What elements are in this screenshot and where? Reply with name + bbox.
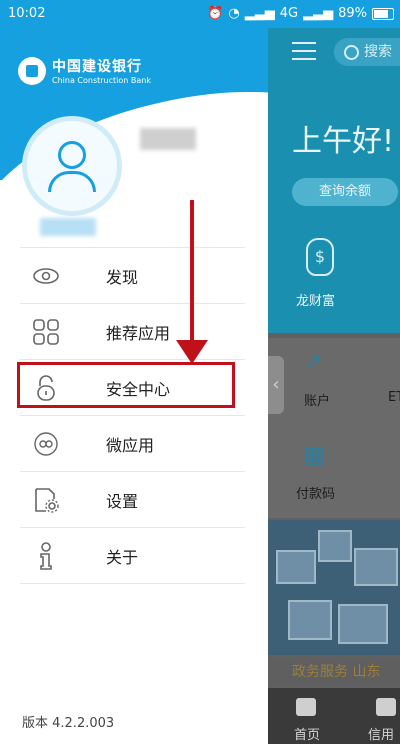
- annotation-highlight-box: [17, 362, 235, 408]
- menu-item-settings[interactable]: 设置: [20, 471, 245, 527]
- fortune-label[interactable]: 龙财富: [296, 290, 335, 309]
- signal-icon-2: ▂▃▅: [303, 6, 334, 21]
- user-icon-body: [48, 171, 96, 192]
- alarm-icon: ⏰: [207, 6, 224, 21]
- tab-credit-card[interactable]: 信用卡: [368, 724, 400, 744]
- menu-item-micro-apps[interactable]: 微应用: [20, 415, 245, 471]
- tab-home[interactable]: 首页: [294, 724, 320, 743]
- annotation-arrow-line: [190, 200, 194, 350]
- account-redacted: [40, 218, 96, 236]
- menu-item-about[interactable]: 关于: [20, 527, 245, 584]
- infinity-icon: [26, 429, 66, 459]
- avatar[interactable]: [22, 116, 122, 216]
- ccb-logo-icon: [18, 56, 46, 85]
- account-label[interactable]: 账户: [304, 390, 330, 409]
- bottom-tab-bar: 首页 信用卡: [268, 688, 400, 744]
- wifi-icon: ◔: [228, 6, 240, 21]
- battery-icon: [372, 7, 394, 20]
- trend-icon[interactable]: ↗: [304, 350, 322, 375]
- menu-item-label: 发现: [106, 267, 139, 287]
- qr-code-icon[interactable]: ▦: [304, 443, 325, 468]
- quick-functions-grid: ↗ 账户 ET ▦ 付款码: [268, 338, 400, 518]
- bank-logo: 中国建设银行 China Construction Bank: [18, 56, 151, 85]
- home-icon[interactable]: [296, 698, 316, 716]
- background-app: 搜索 上午好! 查询余额 $ 龙财富 ↗ 账户 ET ▦ 付款码 政务服务 山东…: [268, 28, 400, 744]
- menu-item-label: 推荐应用: [106, 323, 171, 343]
- collapse-drawer-handle[interactable]: ‹: [268, 356, 284, 414]
- news-ticker[interactable]: 政务服务 山东: [268, 658, 400, 686]
- money-bag-icon[interactable]: $: [306, 238, 334, 276]
- version-label: 版本 4.2.2.003: [22, 716, 115, 731]
- menu-item-discover[interactable]: 发现: [20, 247, 245, 303]
- menu-item-label: 关于: [106, 547, 139, 567]
- hamburger-menu-icon[interactable]: [292, 42, 316, 66]
- greeting-text: 上午好!: [292, 124, 395, 159]
- info-icon: [26, 541, 66, 571]
- app-search-bar[interactable]: 搜索: [334, 38, 400, 66]
- username-redacted: [140, 128, 196, 150]
- promo-photo-banner[interactable]: [268, 520, 400, 655]
- credit-card-icon[interactable]: [376, 698, 396, 716]
- menu-item-label: 微应用: [106, 435, 155, 455]
- battery-percent: 89%: [338, 6, 367, 21]
- payment-code-label[interactable]: 付款码: [296, 483, 335, 502]
- bank-name-cn: 中国建设银行: [52, 59, 142, 75]
- gear-icon: [26, 485, 66, 515]
- eye-icon: [26, 261, 66, 291]
- bank-name-en: China Construction Bank: [52, 76, 151, 85]
- annotation-arrow-head: [176, 340, 208, 364]
- signal-icon: ▂▃▅: [244, 6, 275, 21]
- user-icon-head: [58, 141, 86, 169]
- network-type: 4G: [279, 6, 299, 21]
- check-balance-button[interactable]: 查询余额: [292, 178, 398, 206]
- menu-item-recommended-apps[interactable]: 推荐应用: [20, 303, 245, 359]
- et-label[interactable]: ET: [388, 390, 400, 405]
- menu-item-label: 设置: [106, 491, 139, 511]
- drawer-menu: 发现 推荐应用 安全中心 微应用 设置 关于: [20, 247, 245, 584]
- status-time: 10:02: [8, 6, 46, 21]
- grid-icon: [26, 317, 66, 347]
- status-bar: 10:02 ⏰ ◔ ▂▃▅ 4G ▂▃▅ 89%: [0, 0, 400, 28]
